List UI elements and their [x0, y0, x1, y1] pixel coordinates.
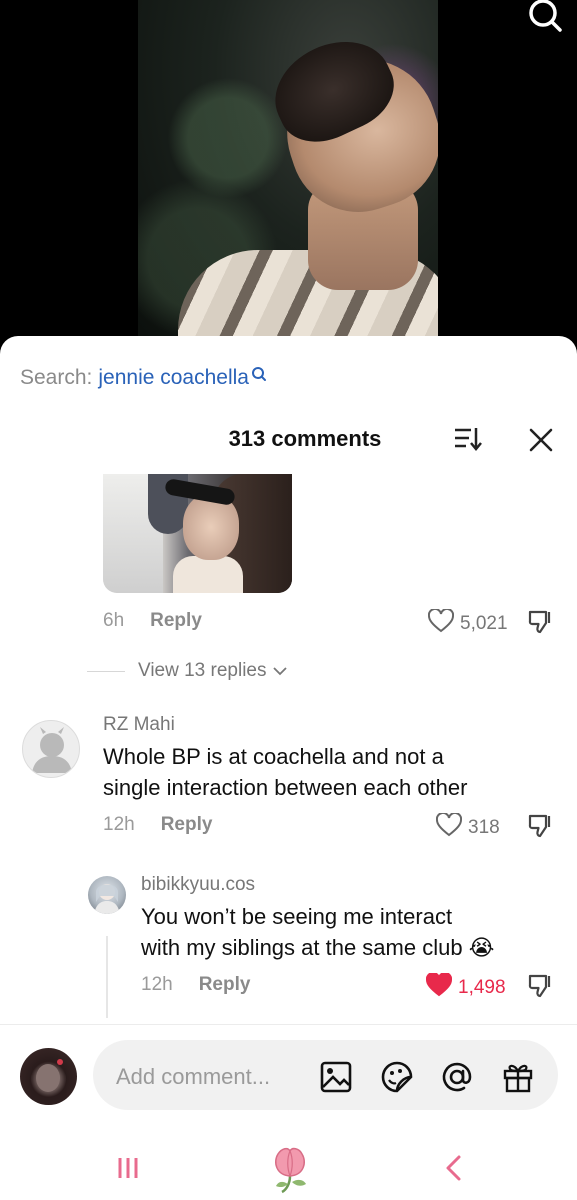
- avatar[interactable]: [20, 1048, 77, 1105]
- comment-meta: 6h Reply: [103, 610, 202, 632]
- reply-button[interactable]: Reply: [199, 974, 251, 996]
- divider: [87, 670, 125, 672]
- comment-text: You won’t be seeing me interact with my …: [141, 901, 494, 963]
- comment-username[interactable]: bibikkyuu.cos: [141, 874, 255, 896]
- search-prefix: Search:: [20, 366, 93, 389]
- comment-meta: 12h Reply: [103, 814, 212, 836]
- dislike-icon[interactable]: [527, 608, 555, 636]
- comment-username[interactable]: RZ Mahi: [103, 714, 175, 736]
- thread-line: [106, 936, 108, 1018]
- divider: [0, 1024, 577, 1025]
- video-frame: [138, 0, 438, 345]
- comment-photo[interactable]: [103, 474, 292, 593]
- heart-icon: [435, 811, 463, 843]
- like-button[interactable]: 318: [435, 811, 500, 843]
- search-term-link[interactable]: jennie coachella: [98, 366, 249, 390]
- comment-text: Whole BP is at coachella and not a singl…: [103, 741, 467, 803]
- mention-icon[interactable]: [440, 1060, 474, 1094]
- recent-apps-icon[interactable]: [108, 1136, 148, 1200]
- heart-icon: [425, 971, 453, 1003]
- comment-time: 6h: [103, 610, 125, 631]
- comment-text-line: single interaction between each other: [103, 775, 468, 800]
- reply-button[interactable]: Reply: [150, 610, 202, 632]
- system-nav-bar: [0, 1136, 577, 1200]
- chevron-down-icon: [272, 660, 287, 682]
- search-icon[interactable]: [523, 0, 567, 34]
- video-player[interactable]: [0, 0, 577, 360]
- comments-sheet: Search: jennie coachella 313 comments 6h…: [0, 336, 577, 1200]
- dislike-icon[interactable]: [527, 972, 555, 1000]
- comment-time: 12h: [103, 814, 135, 835]
- sticker-icon[interactable]: [380, 1060, 414, 1094]
- like-button[interactable]: 5,021: [427, 607, 508, 639]
- sort-icon[interactable]: [453, 426, 483, 452]
- home-flower-icon[interactable]: [262, 1136, 318, 1200]
- dislike-icon[interactable]: [527, 812, 555, 840]
- gift-icon[interactable]: [501, 1060, 535, 1094]
- comment-time: 12h: [141, 974, 173, 995]
- comments-header: 313 comments: [0, 424, 577, 454]
- view-replies-button[interactable]: View 13 replies: [87, 660, 287, 682]
- avatar[interactable]: [88, 876, 126, 914]
- comment-meta: 12h Reply: [141, 974, 250, 996]
- comments-count: 313 comments: [228, 426, 382, 451]
- reply-button[interactable]: Reply: [161, 814, 213, 836]
- close-icon[interactable]: [527, 426, 555, 454]
- comment-placeholder: Add comment...: [116, 1064, 271, 1089]
- search-suggestion[interactable]: Search: jennie coachella: [20, 366, 267, 390]
- search-icon: [251, 364, 267, 388]
- comment-input[interactable]: Add comment...: [93, 1040, 558, 1110]
- like-count: 5,021: [460, 613, 508, 634]
- back-icon[interactable]: [436, 1136, 470, 1200]
- like-count: 318: [468, 817, 500, 838]
- view-replies-label: View 13 replies: [138, 660, 267, 681]
- comment-text-line: with my siblings at the same club 😭: [141, 935, 495, 960]
- image-icon[interactable]: [319, 1060, 353, 1094]
- comment-text-line: Whole BP is at coachella and not a: [103, 744, 444, 769]
- avatar[interactable]: [22, 720, 80, 778]
- like-count: 1,498: [458, 977, 506, 998]
- comment-text-line: You won’t be seeing me interact: [141, 904, 453, 929]
- like-button[interactable]: 1,498: [425, 971, 506, 1003]
- heart-icon: [427, 607, 455, 639]
